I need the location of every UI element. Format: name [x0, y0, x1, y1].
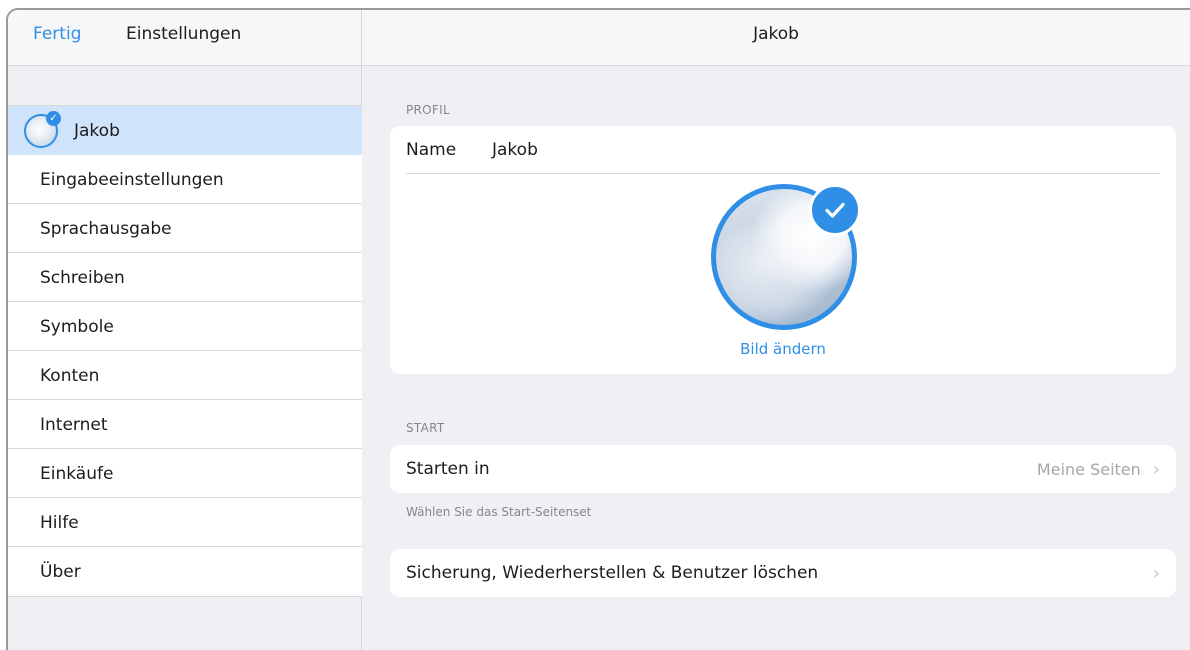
name-field[interactable]: Jakob	[492, 140, 538, 160]
sidebar-item-user-profile[interactable]: ✓ Jakob	[8, 106, 362, 155]
start-in-row[interactable]: Starten in Meine Seiten ›	[390, 445, 1176, 493]
backup-restore-row[interactable]: Sicherung, Wiederherstellen & Benutzer l…	[390, 549, 1176, 597]
sidebar-item-label: Internet	[40, 414, 108, 435]
chevron-right-icon: ›	[1152, 458, 1160, 480]
divider	[406, 173, 1160, 174]
backup-restore-label: Sicherung, Wiederherstellen & Benutzer l…	[406, 563, 819, 583]
avatar: ✓	[24, 110, 61, 148]
profile-section-label: PROFIL	[406, 103, 450, 117]
sidebar-item-speech[interactable]: Sprachausgabe	[8, 204, 362, 253]
start-card: Starten in Meine Seiten ›	[390, 445, 1176, 493]
checkmark-badge-icon: ✓	[46, 110, 61, 126]
sidebar-item-writing[interactable]: Schreiben	[8, 253, 362, 302]
settings-window: Fertig Einstellungen ✓ Jakob Eingabeeins…	[6, 8, 1190, 650]
checkmark-badge-icon	[809, 184, 861, 236]
sidebar-item-symbols[interactable]: Symbole	[8, 302, 362, 351]
sidebar-item-label: Hilfe	[40, 512, 79, 533]
name-label: Name	[406, 140, 457, 160]
done-button[interactable]: Fertig	[33, 24, 81, 44]
backup-card: Sicherung, Wiederherstellen & Benutzer l…	[390, 549, 1176, 597]
sidebar-item-label: Konten	[40, 365, 100, 386]
sidebar-item-label: Einkäufe	[40, 463, 114, 484]
page-title: Jakob	[753, 24, 799, 44]
sidebar-item-label: Jakob	[74, 120, 120, 141]
sidebar-item-internet[interactable]: Internet	[8, 400, 362, 449]
start-in-value: Meine Seiten	[1036, 459, 1141, 479]
sidebar-header: Fertig Einstellungen	[8, 10, 361, 66]
name-row[interactable]: Name Jakob	[390, 126, 1176, 174]
profile-card: Name Jakob Bild ändern	[390, 126, 1176, 374]
start-section-label: START	[406, 421, 445, 435]
start-in-value-group: Meine Seiten ›	[1037, 459, 1160, 480]
start-hint: Wählen Sie das Start-Seitenset	[406, 505, 592, 519]
profile-picture[interactable]	[711, 184, 861, 330]
change-picture-link[interactable]: Bild ändern	[390, 340, 1176, 358]
sidebar-item-help[interactable]: Hilfe	[8, 498, 362, 547]
start-in-label: Starten in	[406, 459, 490, 479]
sidebar-item-label: Sprachausgabe	[40, 218, 172, 239]
settings-menu: ✓ Jakob Eingabeeinstellungen Sprachausga…	[8, 105, 362, 597]
backup-chevron-group: ›	[1141, 563, 1160, 584]
main-panel: Jakob PROFIL Name Jakob Bild ändern STAR…	[362, 10, 1190, 650]
sidebar-item-label: Symbole	[40, 316, 114, 337]
sidebar-item-label: Eingabeeinstellungen	[40, 169, 224, 190]
sidebar-item-purchases[interactable]: Einkäufe	[8, 449, 362, 498]
sidebar-item-input-settings[interactable]: Eingabeeinstellungen	[8, 155, 362, 204]
sidebar: Fertig Einstellungen ✓ Jakob Eingabeeins…	[8, 10, 362, 650]
chevron-right-icon: ›	[1152, 562, 1160, 584]
sidebar-item-accounts[interactable]: Konten	[8, 351, 362, 400]
main-header: Jakob	[362, 10, 1190, 66]
sidebar-item-label: Schreiben	[40, 267, 125, 288]
sidebar-item-label: Über	[40, 561, 81, 582]
sidebar-item-about[interactable]: Über	[8, 547, 362, 596]
sidebar-title: Einstellungen	[126, 24, 242, 44]
